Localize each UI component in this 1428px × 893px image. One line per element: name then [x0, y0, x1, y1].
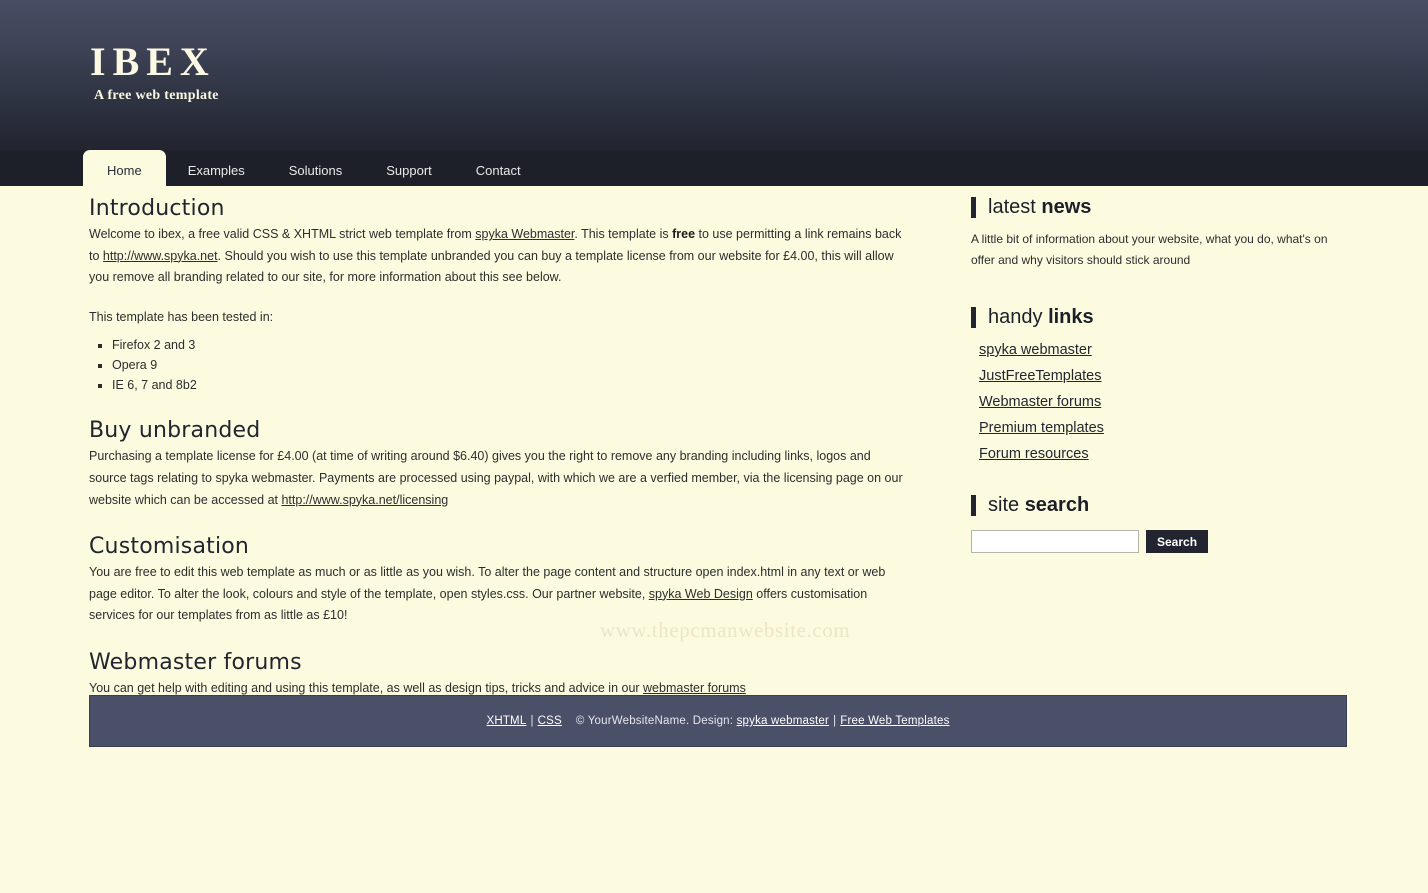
buy-unbranded-paragraph: Purchasing a template license for £4.00 …: [89, 446, 909, 511]
spyka-webmaster-link[interactable]: spyka Webmaster: [475, 227, 574, 241]
list-item[interactable]: Forum resources: [979, 445, 1351, 463]
main-content: Introduction Welcome to ibex, a free val…: [89, 195, 909, 700]
nav-item-solutions[interactable]: Solutions: [267, 156, 364, 186]
footer-text: XHTML | CSS © YourWebsiteName. Design: spyk…: [486, 715, 949, 727]
buy-text-a: Purchasing a template license for £4.00 …: [89, 449, 903, 507]
footer-css-link[interactable]: CSS: [538, 715, 562, 727]
customisation-paragraph: You are free to edit this web template a…: [89, 562, 909, 627]
footer-templates-link[interactable]: Free Web Templates: [840, 715, 949, 727]
spyka-web-design-link[interactable]: spyka Web Design: [649, 587, 753, 601]
intro-text-b: . This template is: [574, 227, 673, 241]
footer-separator-2: |: [833, 715, 837, 727]
nav-link-home[interactable]: Home: [83, 156, 166, 186]
spyka-net-link[interactable]: http://www.spyka.net: [103, 249, 218, 263]
logo-block[interactable]: IBEX A free web template: [90, 40, 219, 104]
introduction-heading: Introduction: [89, 196, 225, 221]
nav-link-solutions[interactable]: Solutions: [267, 156, 364, 186]
intro-free-strong: free: [672, 227, 696, 241]
latest-news-text: A little bit of information about your w…: [971, 232, 1328, 267]
nav-link-support[interactable]: Support: [364, 156, 454, 186]
licensing-link[interactable]: http://www.spyka.net/licensing: [281, 493, 448, 507]
list-item: Firefox 2 and 3: [112, 335, 909, 355]
search-input[interactable]: [971, 530, 1139, 553]
tested-in-intro: This template has been tested in:: [89, 309, 274, 324]
site-footer: XHTML | CSS © YourWebsiteName. Design: spyk…: [89, 695, 1347, 747]
handy-links-list: spyka webmaster JustFreeTemplates Webmas…: [971, 341, 1351, 463]
nav-item-home[interactable]: Home: [83, 150, 166, 186]
links-heading-bold: links: [1048, 306, 1094, 328]
list-item[interactable]: spyka webmaster: [979, 341, 1351, 359]
news-heading-bold: news: [1041, 196, 1092, 218]
nav-item-support[interactable]: Support: [364, 156, 454, 186]
webmaster-forums-link[interactable]: webmaster forums: [643, 681, 746, 695]
nav-link-contact[interactable]: Contact: [454, 156, 543, 186]
nav-list: Home Examples Solutions Support Contact: [83, 150, 543, 186]
intro-text-a: Welcome to ibex, a free valid CSS & XHTM…: [89, 227, 476, 241]
footer-copyright: © YourWebsiteName. Design:: [575, 715, 734, 727]
footer-design-link[interactable]: spyka webmaster: [737, 715, 829, 727]
customisation-heading: Customisation: [89, 534, 250, 560]
logo-tagline: A free web template: [94, 88, 219, 103]
list-item[interactable]: JustFreeTemplates: [979, 367, 1351, 385]
search-heading-bold: search: [1024, 494, 1090, 516]
logo-title: IBEX: [90, 39, 216, 84]
footer-separator-1: |: [530, 715, 534, 727]
list-item[interactable]: Webmaster forums: [979, 393, 1351, 411]
sidebar: latest news A little bit of information …: [971, 195, 1351, 553]
tested-browser-list: Firefox 2 and 3 Opera 9 IE 6, 7 and 8b2: [89, 335, 909, 395]
handy-link-justfreetemplates[interactable]: JustFreeTemplates: [979, 368, 1102, 384]
buy-unbranded-heading: Buy unbranded: [89, 418, 261, 444]
main-navigation: Home Examples Solutions Support Contact: [0, 150, 1428, 186]
handy-link-forum-resources[interactable]: Forum resources: [979, 446, 1089, 462]
accent-bar-icon: [971, 495, 976, 516]
handy-link-spyka-webmaster[interactable]: spyka webmaster: [979, 342, 1092, 358]
forums-text-a: You can get help with editing and using …: [89, 680, 644, 695]
list-item: IE 6, 7 and 8b2: [112, 375, 909, 395]
list-item: Opera 9: [112, 355, 909, 375]
handy-link-premium-templates[interactable]: Premium templates: [979, 420, 1104, 436]
news-heading-light: latest: [988, 196, 1042, 218]
accent-bar-icon: [971, 307, 976, 328]
handy-links-heading: handy links: [971, 305, 1351, 329]
webmaster-forums-heading: Webmaster forums: [89, 649, 302, 675]
site-header: IBEX A free web template: [0, 0, 1428, 150]
nav-item-contact[interactable]: Contact: [454, 156, 543, 186]
nav-link-examples[interactable]: Examples: [166, 156, 267, 186]
latest-news-heading: latest news: [971, 195, 1351, 219]
page-body: Introduction Welcome to ibex, a free val…: [0, 186, 1428, 893]
list-item[interactable]: Premium templates: [979, 419, 1351, 437]
footer-xhtml-link[interactable]: XHTML: [486, 715, 526, 727]
accent-bar-icon: [971, 197, 976, 218]
search-button[interactable]: Search: [1146, 530, 1209, 553]
links-heading-light: handy: [988, 306, 1049, 328]
search-heading-light: site: [988, 494, 1025, 516]
handy-link-webmaster-forums[interactable]: Webmaster forums: [979, 394, 1101, 410]
search-form: Search: [971, 530, 1351, 553]
nav-item-examples[interactable]: Examples: [166, 156, 267, 186]
introduction-paragraph: Welcome to ibex, a free valid CSS & XHTM…: [89, 224, 909, 289]
site-search-heading: site search: [971, 493, 1351, 517]
